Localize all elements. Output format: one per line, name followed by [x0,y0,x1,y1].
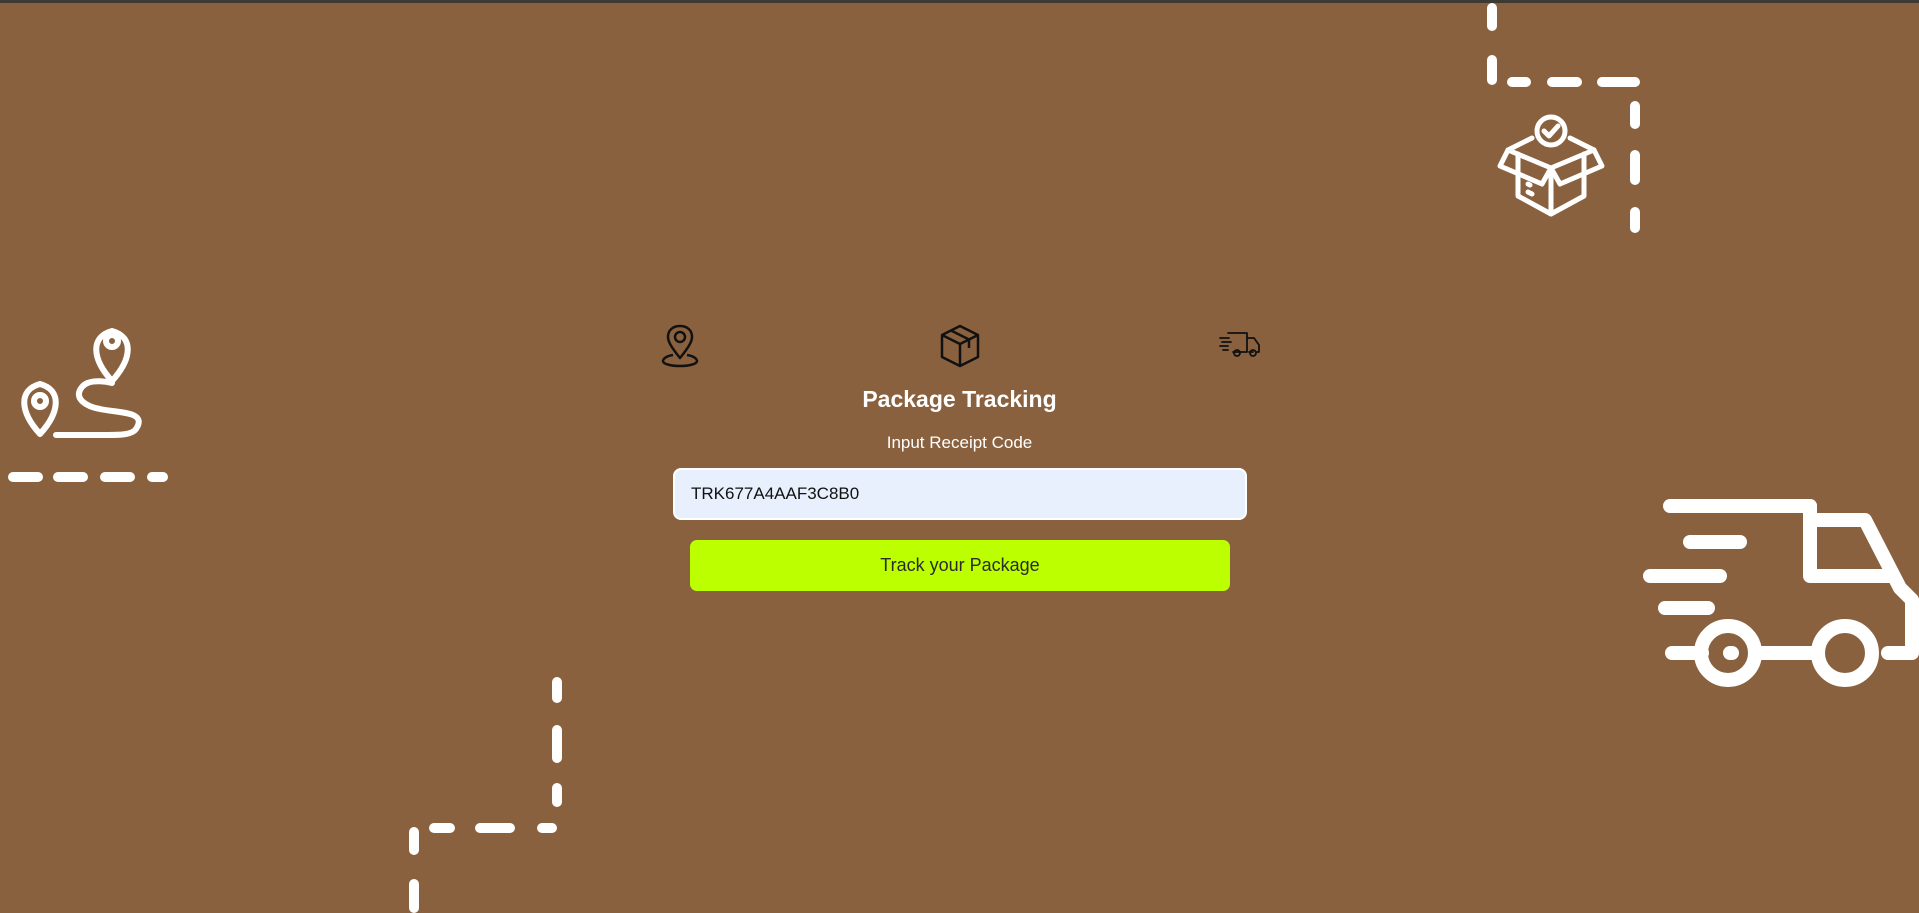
verified-box-icon [1497,114,1605,217]
delivery-truck-icon [1219,332,1260,357]
fast-truck-icon [1643,499,1919,687]
page-title: Package Tracking [862,386,1057,412]
dashed-frame-bottom [409,677,562,913]
track-package-button[interactable]: Track your Package [690,540,1230,591]
map-pin-icon [661,324,699,368]
package-box-icon [940,324,980,368]
receipt-code-input[interactable] [673,468,1247,520]
input-label: Input Receipt Code [886,433,1033,452]
